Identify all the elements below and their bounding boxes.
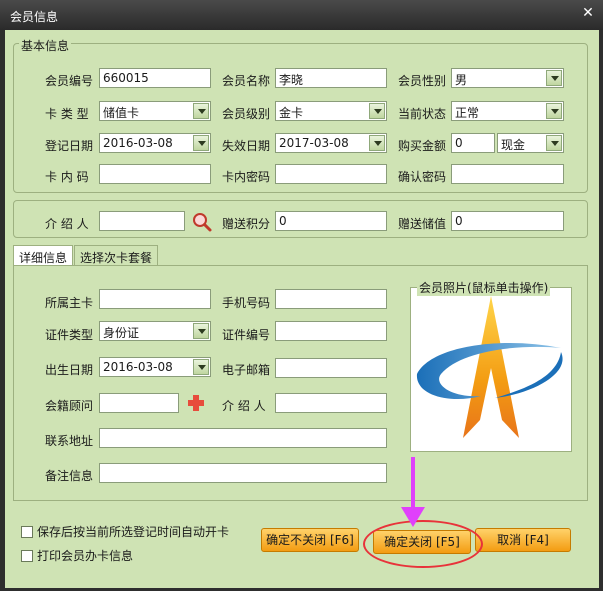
checkbox-box[interactable]	[21, 549, 33, 562]
expire-date-picker[interactable]: 2017-03-08	[275, 133, 387, 153]
gender-label: 会员性别	[398, 74, 447, 88]
main-card-label: 所属主卡	[45, 296, 94, 310]
phone-field[interactable]	[275, 289, 387, 309]
expire-date-value: 2017-03-08	[279, 136, 349, 150]
email-label: 电子邮箱	[222, 363, 271, 377]
detail-introducer-label: 介 绍 人	[222, 399, 266, 413]
remark-field[interactable]	[99, 463, 387, 483]
chevron-down-icon[interactable]	[193, 323, 209, 339]
logo-image	[416, 296, 563, 438]
annotation-arrow	[401, 457, 425, 527]
card-code-label: 卡 内 码	[45, 170, 89, 184]
status-select[interactable]: 正常	[451, 101, 564, 121]
member-name-field[interactable]: 李晓	[275, 68, 387, 88]
bonus-stored-field[interactable]: 0	[451, 211, 564, 231]
member-no-field[interactable]: 660015	[99, 68, 211, 88]
chevron-down-icon[interactable]	[369, 103, 385, 119]
bonus-points-label: 赠送积分	[222, 217, 271, 231]
auto-open-checkbox[interactable]: 保存后按当前所选登记时间自动开卡	[21, 523, 229, 540]
tab-details[interactable]: 详细信息	[13, 245, 73, 265]
birth-date-picker[interactable]: 2016-03-08	[99, 357, 211, 377]
chevron-down-icon[interactable]	[369, 135, 385, 151]
reg-date-value: 2016-03-08	[103, 136, 173, 150]
print-card-checkbox[interactable]: 打印会员办卡信息	[21, 547, 133, 564]
card-type-label: 卡 类 型	[45, 107, 89, 121]
member-info-window: 会员信息 ✕ 基本信息 会员编号 660015 会员名称 李晓 会员性别 男 卡…	[0, 0, 603, 591]
checkbox-box[interactable]	[21, 525, 33, 538]
chevron-down-icon[interactable]	[193, 135, 209, 151]
dialog-body: 基本信息 会员编号 660015 会员名称 李晓 会员性别 男 卡 类 型 储值…	[5, 30, 599, 588]
id-type-select[interactable]: 身份证	[99, 321, 211, 341]
level-label: 会员级别	[222, 107, 271, 121]
id-no-label: 证件编号	[222, 328, 271, 342]
basic-info-legend: 基本信息	[19, 37, 72, 54]
id-no-field[interactable]	[275, 321, 387, 341]
email-field[interactable]	[275, 358, 387, 378]
close-icon[interactable]: ✕	[581, 6, 595, 20]
card-type-select[interactable]: 储值卡	[99, 101, 211, 121]
address-field[interactable]	[99, 428, 387, 448]
reg-date-label: 登记日期	[45, 139, 94, 153]
window-title: 会员信息	[10, 10, 59, 24]
print-card-label: 打印会员办卡信息	[37, 549, 134, 563]
birth-date-value: 2016-03-08	[103, 360, 173, 374]
card-type-value: 储值卡	[103, 106, 140, 120]
purchase-amount-field[interactable]: 0	[451, 133, 495, 153]
confirm-pwd-label: 确认密码	[398, 170, 447, 184]
status-label: 当前状态	[398, 107, 447, 121]
add-icon[interactable]	[187, 394, 205, 412]
level-value: 金卡	[279, 106, 304, 120]
card-pwd-label: 卡内密码	[222, 170, 271, 184]
advisor-field[interactable]	[99, 393, 179, 413]
payment-method-select[interactable]: 现金	[497, 133, 564, 153]
main-card-field[interactable]	[99, 289, 211, 309]
level-select[interactable]: 金卡	[275, 101, 387, 121]
remark-label: 备注信息	[45, 469, 94, 483]
status-value: 正常	[455, 106, 480, 120]
search-icon[interactable]	[191, 211, 213, 233]
tab-package-select[interactable]: 选择次卡套餐	[74, 245, 158, 265]
advisor-label: 会籍顾问	[45, 399, 94, 413]
id-type-label: 证件类型	[45, 328, 94, 342]
member-name-label: 会员名称	[222, 74, 271, 88]
chevron-down-icon[interactable]	[193, 103, 209, 119]
birth-label: 出生日期	[45, 363, 94, 377]
address-label: 联系地址	[45, 434, 94, 448]
bonus-stored-label: 赠送储值	[398, 217, 447, 231]
card-code-field[interactable]	[99, 164, 211, 184]
phone-label: 手机号码	[222, 296, 271, 310]
payment-method-value: 现金	[501, 138, 526, 152]
chevron-down-icon[interactable]	[193, 359, 209, 375]
confirm-keep-open-button[interactable]: 确定不关闭 [F6]	[261, 528, 359, 552]
title-bar: 会员信息 ✕	[0, 0, 603, 30]
gender-value: 男	[455, 73, 468, 87]
id-type-value: 身份证	[103, 326, 140, 340]
expire-date-label: 失效日期	[222, 139, 271, 153]
auto-open-label: 保存后按当前所选登记时间自动开卡	[37, 525, 230, 539]
member-no-label: 会员编号	[45, 74, 94, 88]
member-photo[interactable]	[410, 287, 572, 452]
introducer-field[interactable]	[99, 211, 185, 231]
card-password-field[interactable]	[275, 164, 387, 184]
chevron-down-icon[interactable]	[546, 70, 562, 86]
chevron-down-icon[interactable]	[546, 103, 562, 119]
cancel-button[interactable]: 取消 [F4]	[475, 528, 571, 552]
photo-legend: 会员照片(鼠标单击操作)	[417, 279, 551, 296]
bonus-points-field[interactable]: 0	[275, 211, 387, 231]
detail-introducer-field[interactable]	[275, 393, 387, 413]
reg-date-picker[interactable]: 2016-03-08	[99, 133, 211, 153]
purchase-label: 购买金额	[398, 139, 447, 153]
introducer-label: 介 绍 人	[45, 217, 89, 231]
chevron-down-icon[interactable]	[546, 135, 562, 151]
confirm-password-field[interactable]	[451, 164, 564, 184]
gender-select[interactable]: 男	[451, 68, 564, 88]
